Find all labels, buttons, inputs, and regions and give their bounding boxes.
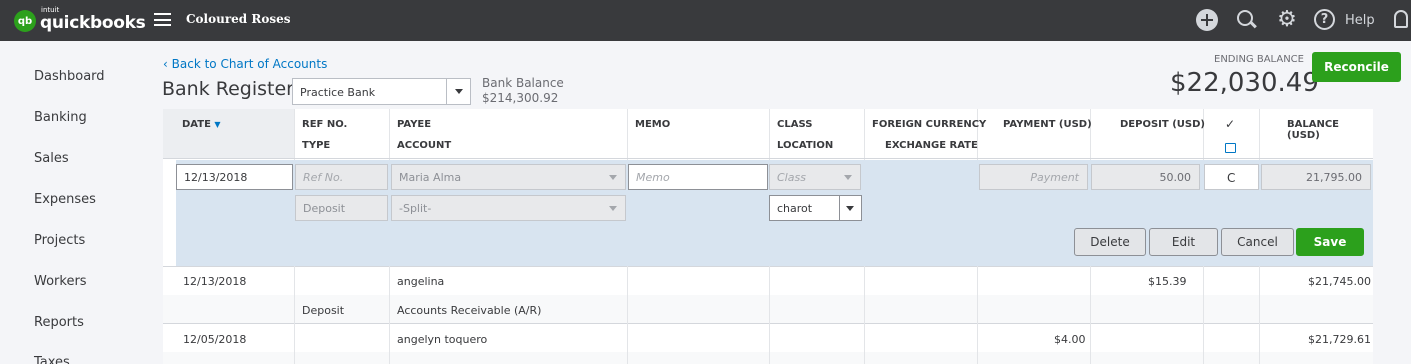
payee-select[interactable]: Maria Alma: [391, 164, 626, 190]
register-grid: DATE ▼ REF NO. TYPE PAYEE ACCOUNT MEMO C…: [163, 109, 1373, 364]
gear-icon[interactable]: ⚙: [1276, 9, 1298, 31]
sidebar-item-banking[interactable]: Banking: [34, 110, 87, 125]
row-account: Accounts Receivable (A/R): [397, 304, 542, 317]
sidebar-item-dashboard[interactable]: Dashboard: [34, 69, 105, 84]
back-to-chart-of-accounts-link[interactable]: ‹ Back to Chart of Accounts: [163, 57, 327, 71]
sidebar: Dashboard Banking Sales Expenses Project…: [0, 41, 150, 364]
search-icon[interactable]: [1236, 9, 1258, 31]
column-header-location: LOCATION: [777, 140, 834, 151]
column-header-balance: BALANCE (USD): [1287, 119, 1340, 141]
account-select-toggle[interactable]: [446, 79, 470, 104]
column-header-deposit: DEPOSIT (USD): [1120, 119, 1205, 130]
column-header-ref-no: REF NO.: [302, 119, 348, 130]
quickbooks-logo[interactable]: qb intuit quickbooks: [14, 6, 146, 33]
edit-button[interactable]: Edit: [1149, 228, 1218, 256]
ending-balance-value: $22,030.49: [1170, 68, 1319, 98]
sidebar-item-projects[interactable]: Projects: [34, 233, 85, 248]
type-field: Deposit: [295, 195, 388, 221]
row-payment: $4.00: [1054, 333, 1086, 346]
top-bar: qb intuit quickbooks Coloured Roses ⚙ ? …: [0, 0, 1411, 41]
column-header-memo: MEMO: [635, 119, 671, 130]
row-balance: $21,745.00: [1308, 275, 1371, 288]
caret-down-icon: [846, 206, 854, 211]
bank-balance-label: Bank Balance: [482, 76, 564, 90]
help-label[interactable]: Help: [1345, 13, 1375, 28]
sidebar-item-taxes[interactable]: Taxes: [34, 355, 70, 364]
account-select[interactable]: Practice Bank: [292, 78, 471, 105]
balance-field: 21,795.00: [1261, 164, 1371, 190]
row-payee: angelyn toquero: [397, 333, 488, 346]
payment-input[interactable]: Payment: [979, 164, 1088, 190]
quickbooks-wordmark: quickbooks: [40, 13, 146, 33]
sidebar-item-workers[interactable]: Workers: [34, 274, 87, 289]
location-select[interactable]: charot: [769, 195, 862, 221]
reconcile-button[interactable]: Reconcile: [1312, 52, 1401, 82]
sidebar-item-reports[interactable]: Reports: [34, 315, 84, 330]
row-date: 12/13/2018: [183, 275, 247, 288]
caret-down-icon: [609, 175, 617, 180]
row-date: 12/05/2018: [183, 333, 247, 346]
caret-down-icon: [844, 175, 852, 180]
account-select-value: Practice Bank: [300, 86, 376, 99]
column-header-account: ACCOUNT: [397, 140, 452, 151]
row-balance: $21,729.61: [1308, 333, 1371, 346]
sort-down-icon: ▼: [214, 120, 221, 129]
back-link-label: Back to Chart of Accounts: [171, 57, 328, 71]
caret-down-icon: [609, 206, 617, 211]
memo-input[interactable]: Memo: [628, 164, 768, 190]
page-title: Bank Register: [162, 78, 294, 100]
sidebar-item-sales[interactable]: Sales: [34, 151, 69, 166]
cleared-toggle[interactable]: C: [1204, 164, 1259, 190]
copy-icon[interactable]: [1225, 143, 1236, 153]
chevron-left-icon: ‹: [163, 57, 168, 71]
column-header-payee: PAYEE: [397, 119, 432, 130]
column-header-class: CLASS: [777, 119, 813, 130]
date-input[interactable]: 12/13/2018: [176, 164, 293, 190]
class-select[interactable]: Class: [769, 164, 861, 190]
row-type: Deposit: [302, 304, 345, 317]
save-button[interactable]: Save: [1296, 228, 1364, 256]
column-header-foreign-currency: FOREIGN CURRENCY: [872, 119, 987, 130]
bell-icon[interactable]: [1394, 10, 1408, 28]
row-payee: angelina: [397, 275, 445, 288]
column-header-payment: PAYMENT (USD): [1003, 119, 1092, 130]
account-select-split[interactable]: -Split-: [391, 195, 626, 221]
hamburger-menu-icon[interactable]: [154, 13, 171, 26]
intuit-label: intuit: [41, 6, 60, 14]
company-name: Coloured Roses: [186, 12, 291, 26]
date-header-cell[interactable]: [163, 109, 294, 158]
sidebar-item-expenses[interactable]: Expenses: [34, 192, 96, 207]
column-header-cleared: ✓: [1225, 117, 1236, 131]
bank-balance-value: $214,300.92: [482, 91, 559, 105]
delete-button[interactable]: Delete: [1074, 228, 1146, 256]
deposit-input[interactable]: 50.00: [1091, 164, 1200, 190]
plus-icon[interactable]: [1196, 9, 1218, 31]
caret-down-icon: [455, 89, 463, 94]
location-select-toggle[interactable]: [839, 196, 861, 220]
ending-balance-label: ENDING BALANCE: [1214, 54, 1304, 65]
row-deposit: $15.39: [1148, 275, 1187, 288]
column-header-date[interactable]: DATE ▼: [182, 119, 221, 130]
cancel-button[interactable]: Cancel: [1221, 228, 1294, 256]
qb-logo-icon: qb: [14, 10, 36, 32]
ref-no-input[interactable]: Ref No.: [295, 164, 388, 190]
column-header-type: TYPE: [302, 140, 331, 151]
help-icon[interactable]: ?: [1314, 9, 1335, 30]
column-header-exchange-rate: EXCHANGE RATE: [885, 140, 978, 151]
